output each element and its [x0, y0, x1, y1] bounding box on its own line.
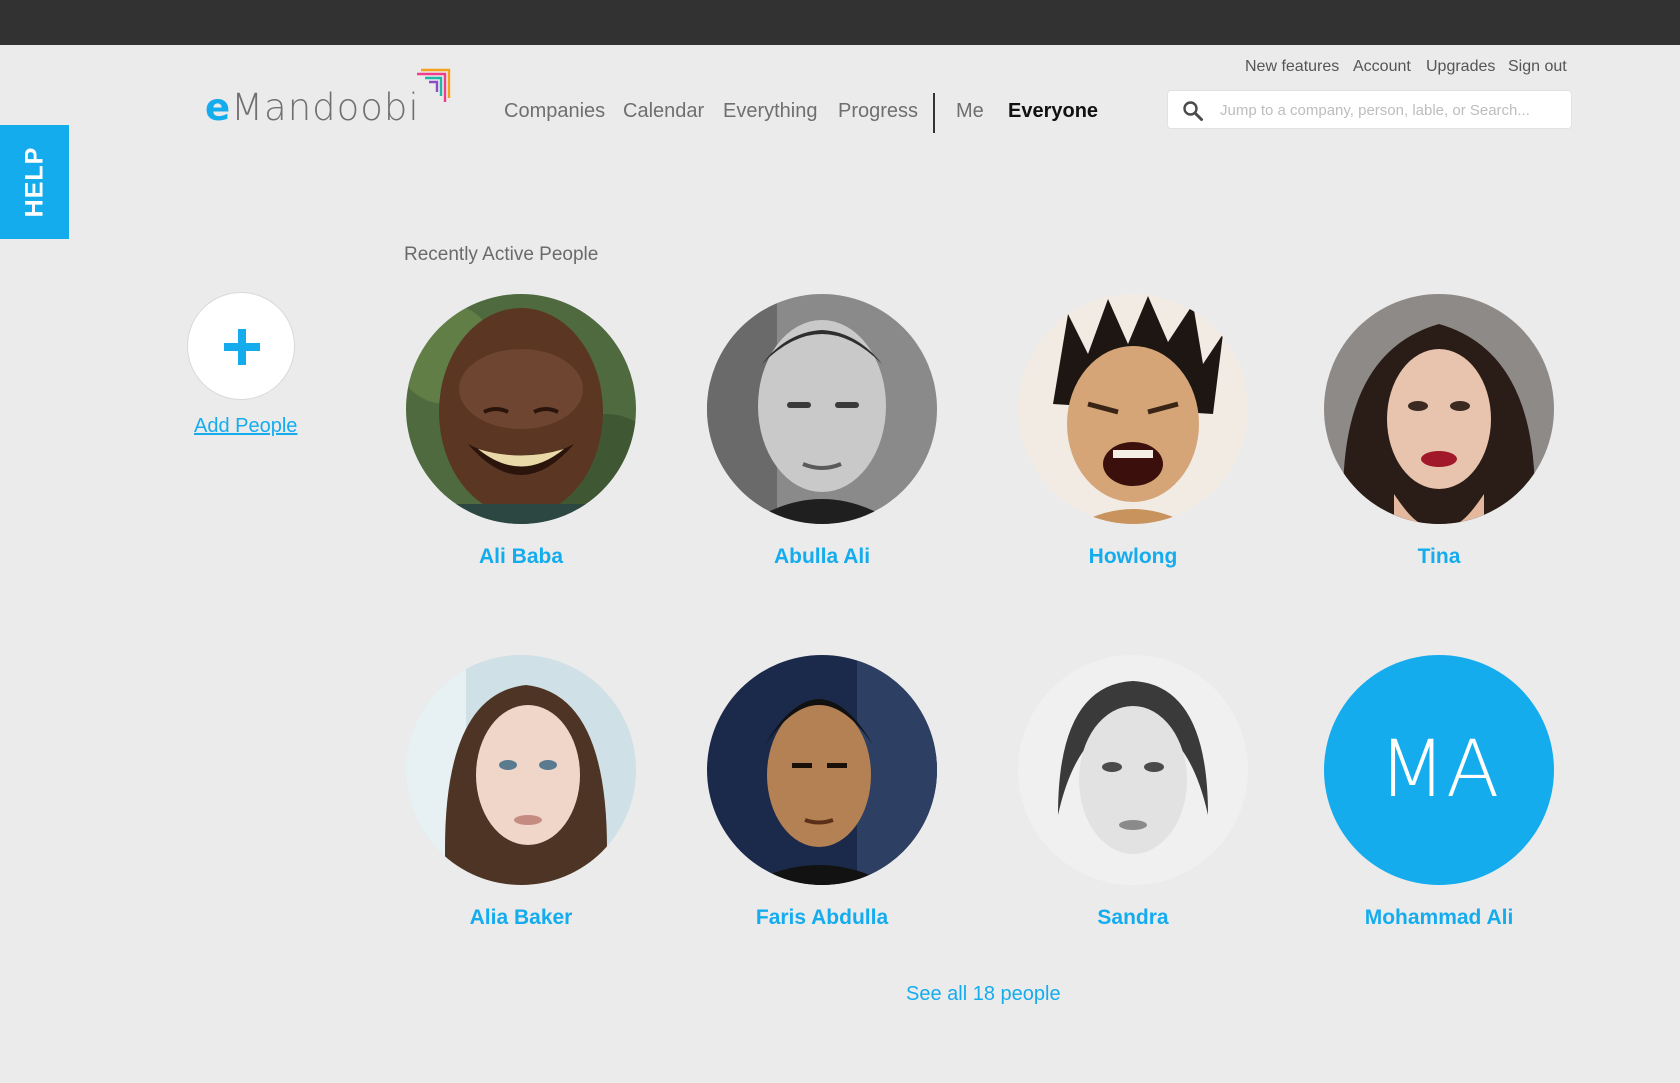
- person-card[interactable]: Faris Abdulla: [707, 655, 937, 945]
- avatar: [406, 655, 636, 885]
- nav-divider: [933, 93, 935, 133]
- person-card[interactable]: Tina: [1324, 294, 1554, 584]
- avatar: [1324, 294, 1554, 524]
- person-name: Tina: [1417, 545, 1461, 568]
- see-all-people-link[interactable]: See all 18 people: [906, 983, 1061, 1006]
- nav-me[interactable]: Me: [956, 100, 984, 123]
- person-card[interactable]: Ali Baba: [406, 294, 636, 584]
- person-card[interactable]: Sandra: [1018, 655, 1248, 945]
- new-features-link[interactable]: New features: [1245, 58, 1339, 76]
- top-bar: [0, 0, 1680, 45]
- account-link[interactable]: Account: [1353, 58, 1411, 76]
- help-label: HELP: [20, 146, 48, 218]
- avatar: [1018, 655, 1248, 885]
- sign-out-link[interactable]: Sign out: [1508, 58, 1567, 76]
- person-card[interactable]: Howlong: [1018, 294, 1248, 584]
- search-icon: [1183, 101, 1203, 121]
- avatar: [707, 655, 937, 885]
- avatar-initials-text: MA: [1378, 725, 1500, 815]
- avatar: [1018, 294, 1248, 524]
- nav-calendar[interactable]: Calendar: [623, 100, 704, 123]
- add-people-button[interactable]: [187, 292, 295, 400]
- logo-wordmark: eMandoobi: [205, 86, 420, 129]
- nav-everyone[interactable]: Everyone: [1008, 100, 1098, 123]
- person-name: Mohammad Ali: [1364, 906, 1514, 929]
- emandoobi-logo[interactable]: eMandoobi: [205, 66, 451, 130]
- add-people-link[interactable]: Add People: [194, 415, 297, 438]
- search-box[interactable]: [1167, 90, 1572, 130]
- section-title: Recently Active People: [404, 244, 599, 265]
- person-name: Abulla Ali: [773, 545, 871, 568]
- nav-companies[interactable]: Companies: [504, 100, 605, 123]
- nav-progress[interactable]: Progress: [838, 100, 918, 123]
- search-input[interactable]: [1218, 91, 1562, 130]
- avatar: [707, 294, 937, 524]
- logo-ribbon-icon: [417, 68, 451, 102]
- person-name: Faris Abdulla: [755, 906, 889, 929]
- person-card[interactable]: Alia Baker: [406, 655, 636, 945]
- plus-icon: [224, 329, 260, 365]
- person-card[interactable]: Abulla Ali: [707, 294, 937, 584]
- upgrades-link[interactable]: Upgrades: [1426, 58, 1495, 76]
- person-name: Howlong: [1088, 545, 1178, 568]
- avatar-initials: MA: [1324, 655, 1554, 885]
- person-name: Sandra: [1097, 906, 1169, 929]
- help-tab[interactable]: HELP: [0, 125, 69, 239]
- nav-everything[interactable]: Everything: [723, 100, 818, 123]
- person-name: Ali Baba: [478, 545, 564, 568]
- person-card[interactable]: MA Mohammad Ali: [1324, 655, 1554, 945]
- avatar: [406, 294, 636, 524]
- person-name: Alia Baker: [469, 906, 573, 929]
